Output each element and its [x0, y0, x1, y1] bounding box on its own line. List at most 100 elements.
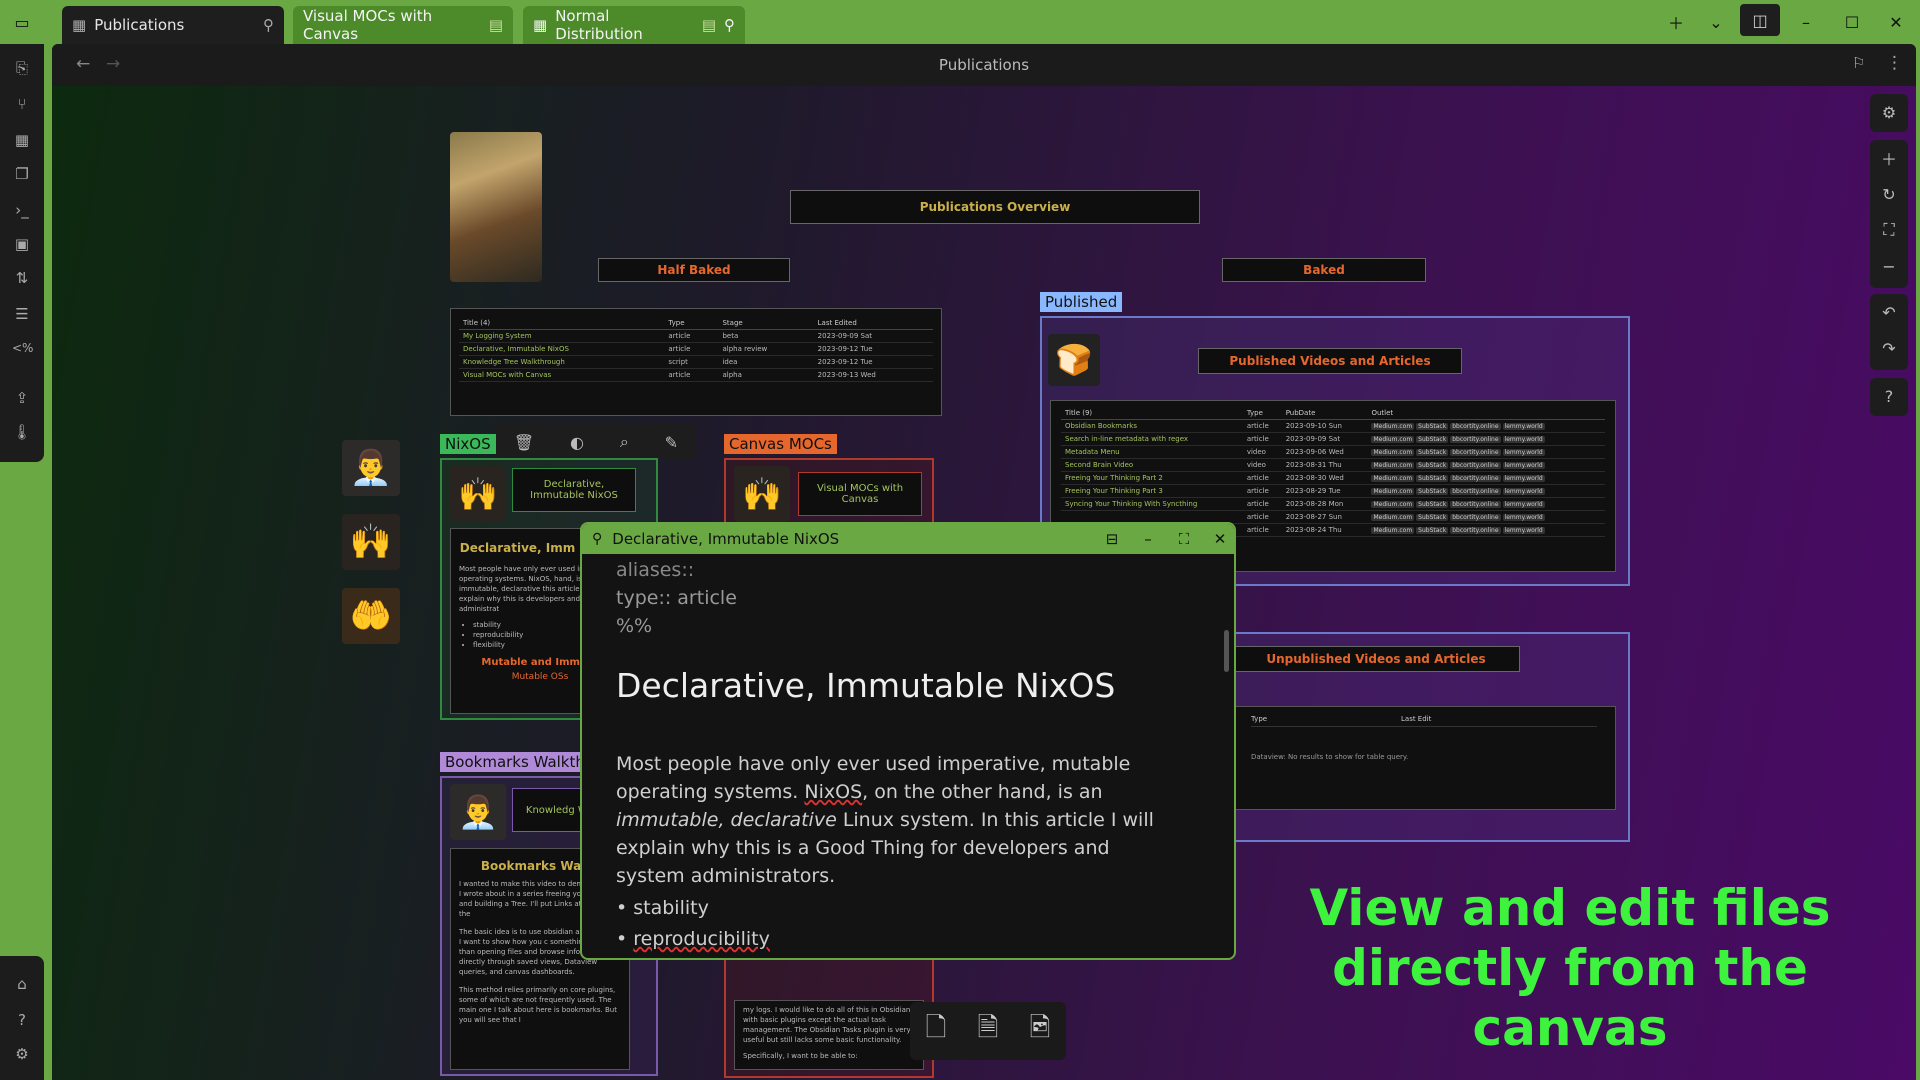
- outlet-tag[interactable]: bbcortity.online: [1450, 449, 1501, 456]
- unpublished-table-card[interactable]: Type Last Edit Dataview: No results to s…: [1232, 706, 1616, 810]
- hands-icon[interactable]: 🙌: [734, 466, 790, 522]
- canvas-mocs-note-preview[interactable]: my logs. I would like to do all of this …: [734, 1000, 924, 1070]
- outlet-tag[interactable]: lemmy.world: [1502, 462, 1545, 469]
- bread-icon[interactable]: 🍞: [1048, 334, 1100, 386]
- person-idea-icon[interactable]: 👨‍💼: [450, 784, 506, 840]
- outlet-tag[interactable]: bbcortity.online: [1450, 462, 1501, 469]
- archive-icon[interactable]: ⊟: [1094, 530, 1130, 548]
- outlet-tag[interactable]: Medium.com: [1371, 501, 1415, 508]
- files-icon[interactable]: ⎘: [12, 58, 32, 78]
- column-header[interactable]: Last Edited: [813, 317, 933, 330]
- column-header[interactable]: Title (9): [1061, 407, 1243, 420]
- column-header[interactable]: Type: [1242, 407, 1282, 420]
- outlet-tag[interactable]: Medium.com: [1371, 527, 1415, 534]
- unpublished-title[interactable]: Unpublished Videos and Articles: [1232, 646, 1520, 672]
- outlet-tag[interactable]: lemmy.world: [1502, 436, 1545, 443]
- column-header[interactable]: Title (4): [459, 317, 665, 330]
- half-baked-table-card[interactable]: Title (4) Type Stage Last Edited My Logg…: [450, 308, 942, 416]
- outlet-tag[interactable]: Medium.com: [1371, 514, 1415, 521]
- note-link[interactable]: Declarative, Immutable NixOS: [459, 342, 665, 356]
- outlet-tag[interactable]: lemmy.world: [1502, 423, 1545, 430]
- bookmark-icon[interactable]: ⚐: [1852, 54, 1865, 72]
- outlet-tag[interactable]: lemmy.world: [1502, 501, 1545, 508]
- hands-icon[interactable]: 🙌: [342, 514, 400, 570]
- baked-title[interactable]: Baked: [1222, 258, 1426, 282]
- more-options-icon[interactable]: ⋮: [1886, 53, 1903, 73]
- folder-upload-icon[interactable]: ⇪: [12, 388, 32, 408]
- zoom-out-icon[interactable]: −: [1870, 248, 1908, 284]
- pin-icon[interactable]: ⚲: [263, 16, 274, 34]
- blank-card-icon[interactable]: 🗋: [926, 1009, 947, 1053]
- column-header[interactable]: PubDate: [1281, 407, 1368, 420]
- pin-icon[interactable]: ⚲: [724, 16, 735, 34]
- note-link[interactable]: Freeing Your Thinking Part 3: [1061, 484, 1243, 498]
- outlet-tag[interactable]: SubStack: [1416, 475, 1449, 482]
- note-link[interactable]: Search in-line metadata with regex: [1061, 432, 1243, 446]
- tab-visual-mocs[interactable]: Visual MOCs with Canvas ▤: [293, 6, 513, 44]
- outlet-tag[interactable]: Medium.com: [1371, 475, 1415, 482]
- trash-icon[interactable]: 🗑: [514, 433, 534, 452]
- vault-icon[interactable]: ⌂: [12, 974, 32, 994]
- pin-icon[interactable]: ⚲: [592, 531, 602, 547]
- outlet-tag[interactable]: bbcortity.online: [1450, 475, 1501, 482]
- terminal-icon[interactable]: ›_: [12, 200, 32, 220]
- settings-gear-icon[interactable]: ⚙: [12, 1044, 32, 1064]
- note-link[interactable]: Syncing Your Thinking With Syncthing: [1061, 497, 1243, 511]
- zoom-in-icon[interactable]: ＋: [1870, 140, 1908, 176]
- outlet-tag[interactable]: SubStack: [1416, 436, 1449, 443]
- note-link[interactable]: Freeing Your Thinking Part 2: [1061, 471, 1243, 485]
- reset-zoom-icon[interactable]: ↻: [1870, 176, 1908, 212]
- nixos-group-label[interactable]: NixOS: [440, 434, 496, 454]
- half-baked-title[interactable]: Half Baked: [598, 258, 790, 282]
- outlet-tag[interactable]: SubStack: [1416, 449, 1449, 456]
- frontmatter-line[interactable]: %%: [616, 612, 652, 640]
- note-link[interactable]: Visual MOCs with Canvas: [459, 368, 665, 382]
- column-header[interactable]: Stage: [718, 317, 814, 330]
- right-sidebar-toggle-icon[interactable]: ◫: [1740, 4, 1780, 36]
- bullet-item[interactable]: • stability: [616, 894, 709, 922]
- sort-icon[interactable]: ⇅: [12, 268, 32, 288]
- column-header[interactable]: Last Edit: [1401, 715, 1431, 723]
- outlet-tag[interactable]: SubStack: [1416, 527, 1449, 534]
- thermometer-icon[interactable]: 🌡: [12, 422, 32, 442]
- help-icon[interactable]: ?: [1870, 378, 1908, 414]
- new-tab-icon[interactable]: ＋: [1660, 8, 1692, 36]
- gear-icon[interactable]: ⚙: [1870, 94, 1908, 130]
- close-window-icon[interactable]: ✕: [1880, 8, 1912, 36]
- template-icon[interactable]: <%: [12, 338, 33, 358]
- outlet-tag[interactable]: lemmy.world: [1502, 527, 1545, 534]
- close-icon[interactable]: ✕: [1202, 530, 1234, 548]
- outlet-tag[interactable]: bbcortity.online: [1450, 514, 1501, 521]
- outlet-tag[interactable]: SubStack: [1416, 462, 1449, 469]
- canvas-mocs-group-label[interactable]: Canvas MOCs: [724, 434, 837, 454]
- outlet-tag[interactable]: lemmy.world: [1502, 449, 1545, 456]
- hands-icon[interactable]: 🙌: [450, 466, 506, 522]
- palette-icon[interactable]: ◐: [570, 433, 584, 452]
- outlet-tag[interactable]: SubStack: [1416, 501, 1449, 508]
- column-header[interactable]: Outlet: [1367, 407, 1605, 420]
- outlet-tag[interactable]: lemmy.world: [1502, 475, 1545, 482]
- zoom-to-selection-icon[interactable]: ⌕: [620, 432, 629, 452]
- outlet-tag[interactable]: bbcortity.online: [1450, 423, 1501, 430]
- maximize-icon[interactable]: ⛶: [1166, 530, 1202, 548]
- note-link[interactable]: Second Brain Video: [1061, 458, 1243, 472]
- chevron-down-icon[interactable]: ⌄: [1700, 8, 1732, 36]
- scrollbar[interactable]: [1224, 630, 1229, 672]
- fit-view-icon[interactable]: ⛶: [1870, 212, 1908, 248]
- outlet-tag[interactable]: bbcortity.online: [1450, 501, 1501, 508]
- note-link[interactable]: My Logging System: [459, 329, 665, 343]
- note-link[interactable]: Obsidian Bookmarks: [1061, 419, 1243, 433]
- publications-overview-title[interactable]: Publications Overview: [790, 190, 1200, 224]
- outlet-tag[interactable]: Medium.com: [1371, 436, 1415, 443]
- outlet-tag[interactable]: bbcortity.online: [1450, 488, 1501, 495]
- copy-icon[interactable]: ❐: [12, 164, 32, 184]
- tab-normal-distribution[interactable]: ▦ Normal Distribution ▤ ⚲: [523, 6, 745, 44]
- note-heading[interactable]: Declarative, Immutable NixOS: [616, 666, 1115, 705]
- sidebar-toggle-icon[interactable]: ▭: [6, 8, 38, 36]
- outlet-tag[interactable]: lemmy.world: [1502, 488, 1545, 495]
- layout-icon[interactable]: ▣: [12, 234, 32, 254]
- bullet-item[interactable]: • reproducibility: [616, 925, 770, 953]
- outlet-tag[interactable]: Medium.com: [1371, 423, 1415, 430]
- note-popover[interactable]: ⚲ Declarative, Immutable NixOS ⊟ – ⛶ ✕ a…: [580, 522, 1236, 960]
- visual-mocs-link-card[interactable]: Visual MOCs with Canvas: [798, 472, 922, 516]
